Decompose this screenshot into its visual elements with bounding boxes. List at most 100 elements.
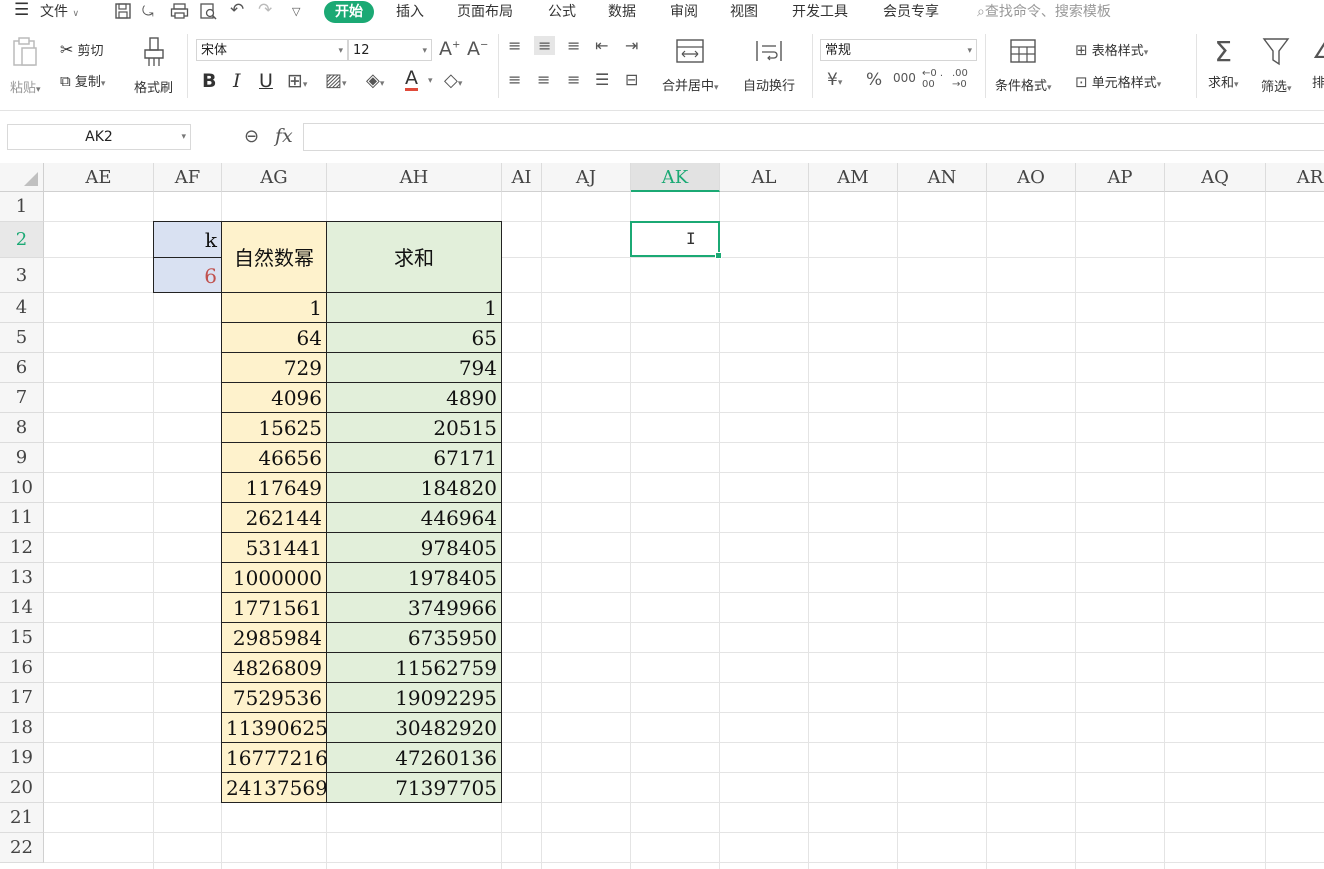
filter-button[interactable]: 筛选▾ [1261, 36, 1292, 95]
decrease-decimal-icon[interactable]: .00 →0 [952, 68, 976, 90]
redo-icon[interactable]: ↷ [258, 0, 272, 20]
bold-icon[interactable]: B [202, 70, 216, 92]
sum-value-cell[interactable]: 20515 [326, 412, 502, 443]
row-header[interactable]: 10 [0, 473, 44, 503]
conditional-format-button[interactable]: 条件格式▾ [995, 38, 1052, 94]
copy-button[interactable]: ⧉ 复制▾ [60, 71, 105, 90]
wrap-text-button[interactable]: 自动换行 [743, 38, 795, 94]
power-value-cell[interactable]: 1 [221, 292, 327, 323]
tab-data[interactable]: 数据 [608, 2, 636, 22]
sum-value-cell[interactable]: 65 [326, 322, 502, 353]
sum-value-cell[interactable]: 30482920 [326, 712, 502, 743]
column-header-ap[interactable]: AP [1076, 163, 1165, 192]
print-icon[interactable] [170, 2, 189, 22]
merge-center-button[interactable]: 合并居中▾ [662, 38, 719, 94]
row-header[interactable]: 6 [0, 353, 44, 383]
sum-value-cell[interactable]: 47260136 [326, 742, 502, 773]
percent-icon[interactable]: % [866, 70, 882, 90]
name-box[interactable]: AK2 ▾ [7, 124, 191, 150]
sum-value-cell[interactable]: 11562759 [326, 652, 502, 683]
insert-function-icon[interactable]: fx [275, 125, 293, 147]
power-value-cell[interactable]: 7529536 [221, 682, 327, 713]
row-header[interactable]: 1 [0, 192, 44, 222]
tab-review[interactable]: 审阅 [670, 2, 698, 22]
row-header[interactable]: 11 [0, 503, 44, 533]
power-value-cell[interactable]: 2985984 [221, 622, 327, 653]
k-value-cell[interactable]: 6 [153, 257, 222, 293]
distribute-icon[interactable]: ⊟ [625, 70, 638, 89]
spreadsheet-grid[interactable]: AE AF AG AH AI AJ AK AL AM AN AO AP AQ A… [0, 163, 1324, 869]
formula-input[interactable] [303, 123, 1324, 151]
row-header[interactable]: 7 [0, 383, 44, 413]
tab-page-layout[interactable]: 页面布局 [457, 2, 513, 22]
row-header[interactable]: 17 [0, 683, 44, 713]
sum-value-cell[interactable]: 3749966 [326, 592, 502, 623]
power-value-cell[interactable]: 1000000 [221, 562, 327, 593]
zoom-lookup-icon[interactable]: ⊖ [244, 126, 259, 147]
sum-value-cell[interactable]: 794 [326, 352, 502, 383]
power-value-cell[interactable]: 4826809 [221, 652, 327, 683]
sum-value-cell[interactable]: 1 [326, 292, 502, 323]
column-header-ao[interactable]: AO [987, 163, 1076, 192]
select-all-corner[interactable] [0, 163, 44, 192]
power-value-cell[interactable]: 531441 [221, 532, 327, 563]
tab-formulas[interactable]: 公式 [548, 2, 576, 22]
power-value-cell[interactable]: 16777216 [221, 742, 327, 773]
thousands-separator-icon[interactable]: 000 [893, 71, 916, 85]
file-menu[interactable]: 文件 ∨ [40, 2, 79, 22]
power-value-cell[interactable]: 117649 [221, 472, 327, 503]
row-header[interactable]: 3 [0, 258, 44, 293]
cut-button[interactable]: ✂ 剪切 [60, 40, 104, 59]
sum-value-cell[interactable]: 4890 [326, 382, 502, 413]
font-size-select[interactable]: 12 ▾ [348, 39, 432, 61]
decrease-font-size-icon[interactable]: A− [467, 38, 488, 60]
column-header-ae[interactable]: AE [44, 163, 154, 192]
power-value-cell[interactable]: 64 [221, 322, 327, 353]
power-value-cell[interactable]: 4096 [221, 382, 327, 413]
row-header[interactable]: 14 [0, 593, 44, 623]
increase-font-size-icon[interactable]: A+ [439, 38, 460, 60]
sum-value-cell[interactable]: 184820 [326, 472, 502, 503]
row-header[interactable]: 4 [0, 293, 44, 323]
increase-decimal-icon[interactable]: ←0 .00 [922, 68, 946, 90]
row-header[interactable]: 20 [0, 773, 44, 803]
row-header[interactable]: 22 [0, 833, 44, 863]
sum-header-cell[interactable]: 求和 [326, 221, 502, 293]
paste-button[interactable]: 粘贴▾ [10, 36, 41, 96]
sum-value-cell[interactable]: 67171 [326, 442, 502, 473]
column-header-ag[interactable]: AG [222, 163, 327, 192]
row-header[interactable]: 9 [0, 443, 44, 473]
justify-icon[interactable]: ☰ [595, 70, 609, 89]
fill-pattern-icon[interactable]: ▨▾ [325, 70, 347, 91]
row-header[interactable]: 8 [0, 413, 44, 443]
underline-icon[interactable]: U [259, 70, 273, 92]
export-icon[interactable]: ⤿ [142, 2, 154, 22]
column-header-am[interactable]: AM [809, 163, 898, 192]
tab-member[interactable]: 会员专享 [883, 2, 939, 22]
sum-value-cell[interactable]: 446964 [326, 502, 502, 533]
column-header-al[interactable]: AL [720, 163, 809, 192]
power-value-cell[interactable]: 262144 [221, 502, 327, 533]
column-header-af[interactable]: AF [154, 163, 222, 192]
italic-icon[interactable]: I [233, 70, 241, 92]
sort-button[interactable]: ∠ 排 [1312, 36, 1324, 91]
natural-power-header-cell[interactable]: 自然数幂 [221, 221, 327, 293]
increase-indent-icon[interactable]: ⇥ [625, 36, 638, 55]
tab-home[interactable]: 开始 [324, 1, 374, 23]
align-top-icon[interactable]: ≡ [508, 36, 521, 55]
cell-style-button[interactable]: ⊡ 单元格样式▾ [1075, 72, 1161, 91]
hamburger-menu-icon[interactable]: ☰ [14, 0, 29, 20]
tab-view[interactable]: 视图 [730, 2, 758, 22]
row-header[interactable]: 18 [0, 713, 44, 743]
power-value-cell[interactable]: 729 [221, 352, 327, 383]
power-value-cell[interactable]: 15625 [221, 412, 327, 443]
sum-value-cell[interactable]: 978405 [326, 532, 502, 563]
column-header-ai[interactable]: AI [502, 163, 542, 192]
column-header-aq[interactable]: AQ [1165, 163, 1266, 192]
fill-color-icon[interactable]: ◈▾ [366, 70, 384, 91]
row-header[interactable]: 2 [0, 222, 44, 258]
format-painter-button[interactable]: 格式刷 [134, 36, 173, 96]
font-name-select[interactable]: 宋体 ▾ [196, 39, 348, 61]
sum-value-cell[interactable]: 1978405 [326, 562, 502, 593]
tab-insert[interactable]: 插入 [396, 2, 424, 22]
